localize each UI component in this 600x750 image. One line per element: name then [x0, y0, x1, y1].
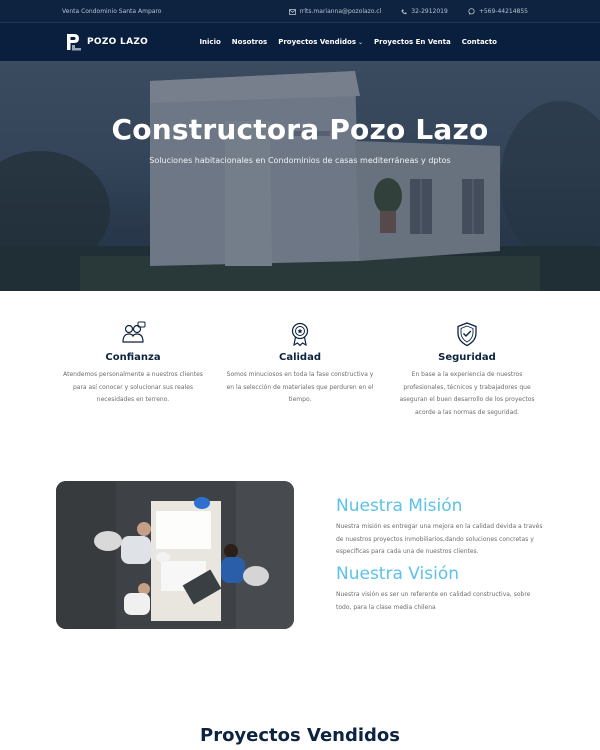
chevron-down-icon: ⌄	[358, 38, 364, 46]
top-info-bar: Venta Condominio Santa Amparo rrlts.mari…	[0, 0, 600, 22]
topbar-whatsapp[interactable]: +569-44214855	[468, 8, 528, 15]
vision-block: Nuestra Visión Nuestra visión es ser un …	[336, 564, 546, 614]
award-medal-icon	[291, 322, 309, 347]
topbar-phone-text: 32-2912019	[411, 8, 448, 15]
nav-item-nosotros[interactable]: Nosotros	[232, 38, 267, 46]
hero-banner: Constructora Pozo Lazo Soluciones habita…	[0, 61, 600, 291]
mision-block: Nuestra Misión Nuestra misión es entrega…	[336, 496, 546, 559]
feature-text: Somos minuciosos en toda la fase constru…	[226, 371, 374, 403]
feature-confianza: Confianza Atendemos personalmente a nues…	[58, 321, 208, 407]
features-section: Confianza Atendemos personalmente a nues…	[0, 291, 600, 441]
topbar-phone[interactable]: 32-2912019	[401, 8, 448, 15]
nav-item-contacto[interactable]: Contacto	[462, 38, 497, 46]
feature-title: Confianza	[105, 352, 161, 363]
feature-seguridad: Seguridad En base a la experiencia de nu…	[392, 321, 542, 419]
feature-calidad: Calidad Somos minuciosos en toda la fase…	[225, 321, 375, 407]
nav-item-proyectos-vendidos[interactable]: Proyectos Vendidos ⌄	[278, 38, 363, 46]
team-meeting-illustration	[56, 481, 294, 629]
topbar-whatsapp-text: +569-44214855	[478, 8, 528, 15]
nav-item-inicio[interactable]: Inicio	[199, 38, 220, 46]
nav-item-proyectos-vendidos-label: Proyectos Vendidos	[278, 38, 356, 46]
vision-text: Nuestra visión es ser un referente en ca…	[336, 591, 531, 611]
feature-text: Atendemos personalmente a nuestros clien…	[63, 371, 203, 403]
hero-overlay	[0, 61, 600, 291]
main-navbar: POZO LAZO Inicio Nosotros Proyectos Vend…	[0, 22, 600, 61]
email-icon	[288, 8, 296, 15]
nav-item-proyectos-en-venta[interactable]: Proyectos En Venta	[374, 38, 451, 46]
handshake-team-icon	[122, 321, 146, 343]
mision-title: Nuestra Misión	[336, 496, 463, 516]
feature-title: Seguridad	[438, 352, 496, 363]
vision-title: Nuestra Visión	[336, 564, 460, 584]
mision-text: Nuestra misión es entregar una mejora en…	[336, 523, 543, 555]
topbar-project-text: Venta Condominio Santa Amparo	[62, 8, 162, 15]
whatsapp-icon	[468, 8, 475, 15]
topbar-contacts: rrlts.marianna@pozolazo.cl 32-2912019 +5…	[288, 8, 528, 15]
site-logo[interactable]: POZO LAZO	[64, 32, 148, 52]
logo-text: POZO LAZO	[87, 37, 149, 47]
topbar-email-text: rrlts.marianna@pozolazo.cl	[299, 8, 382, 15]
phone-icon	[401, 9, 407, 14]
feature-text: En base a la experiencia de nuestros pro…	[399, 371, 535, 416]
logo-mark-icon	[67, 34, 81, 51]
feature-title: Calidad	[278, 352, 321, 363]
shield-check-icon	[457, 322, 477, 347]
nav-menu: Inicio Nosotros Proyectos Vendidos ⌄ Pro…	[199, 38, 497, 46]
hero-title: Constructora Pozo Lazo	[111, 113, 489, 146]
proyectos-vendidos-heading: Proyectos Vendidos	[200, 725, 400, 746]
hero-subtitle: Soluciones habitacionales en Condominios…	[149, 156, 451, 165]
topbar-email[interactable]: rrlts.marianna@pozolazo.cl	[288, 8, 382, 15]
team-meeting-photo	[56, 481, 294, 629]
